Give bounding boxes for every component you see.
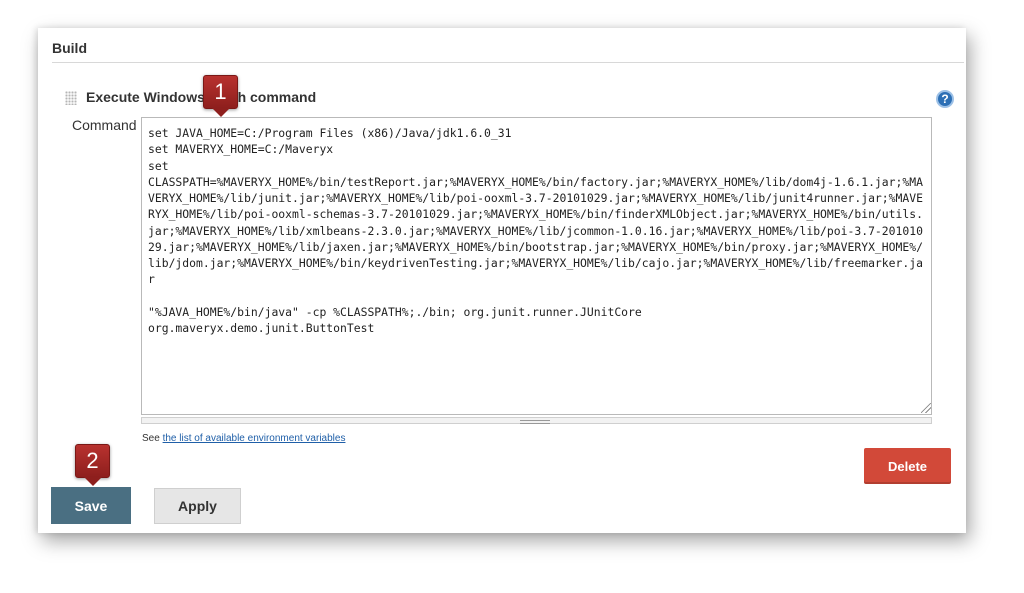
textarea-resize-grip-icon[interactable] bbox=[921, 403, 931, 413]
section-title: Build bbox=[52, 40, 87, 56]
env-variables-note: See the list of available environment va… bbox=[142, 433, 345, 444]
env-variables-link[interactable]: the list of available environment variab… bbox=[163, 433, 346, 444]
command-label: Command bbox=[72, 117, 137, 133]
callout-marker-2: 2 bbox=[75, 444, 110, 486]
drag-handle-icon[interactable] bbox=[65, 91, 77, 105]
callout-marker-1: 1 bbox=[203, 75, 238, 117]
textarea-expand-handle[interactable] bbox=[141, 417, 932, 424]
help-icon[interactable]: ? bbox=[936, 90, 954, 108]
env-note-prefix: See bbox=[142, 433, 160, 444]
delete-button[interactable]: Delete bbox=[864, 448, 951, 484]
save-button[interactable]: Save bbox=[51, 487, 131, 524]
build-step-title: Execute Windows batch command bbox=[86, 89, 317, 105]
section-divider bbox=[52, 62, 964, 63]
apply-button[interactable]: Apply bbox=[154, 488, 241, 524]
command-textarea[interactable]: set JAVA_HOME=C:/Program Files (x86)/Jav… bbox=[141, 117, 932, 415]
